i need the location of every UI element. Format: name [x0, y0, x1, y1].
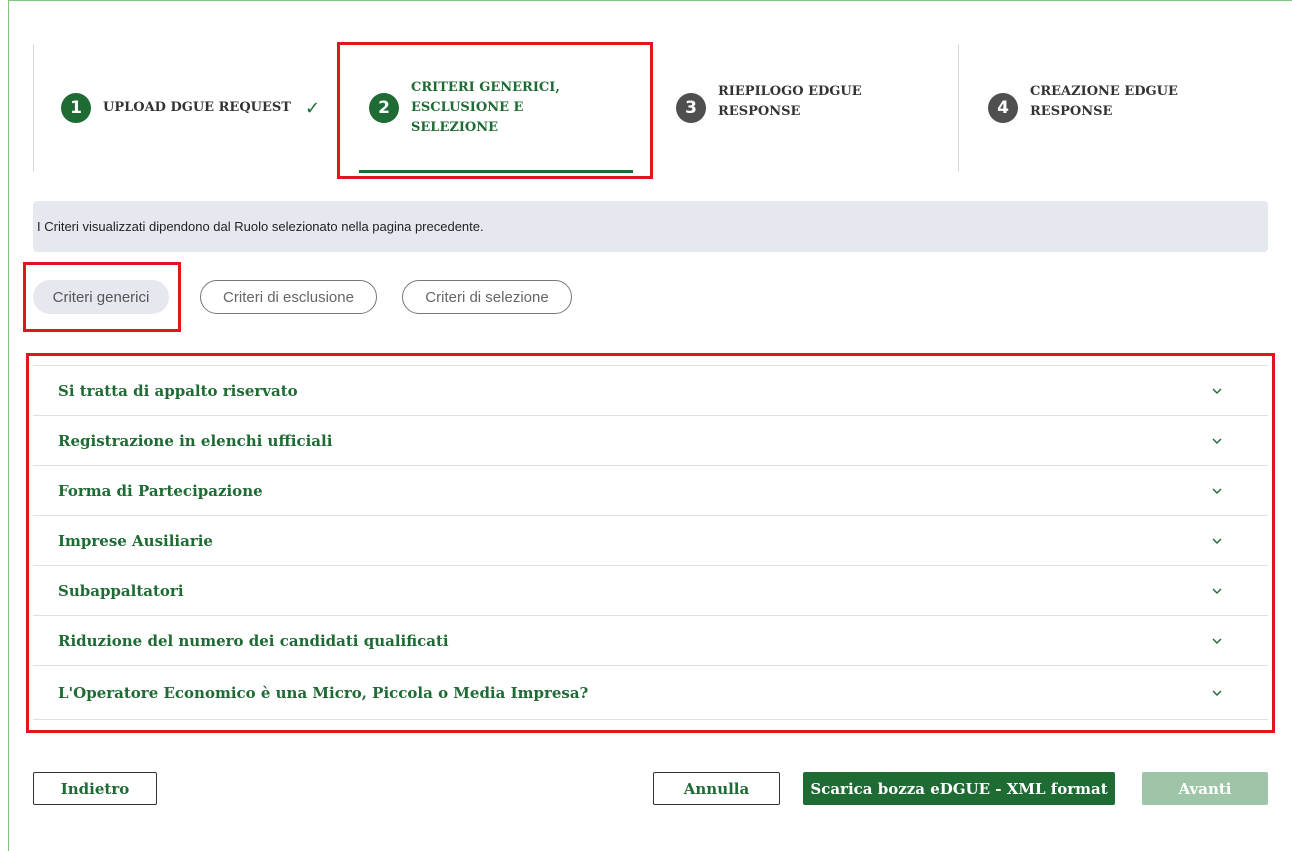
info-banner: I Criteri visualizzati dipendono dal Ruo… — [33, 201, 1268, 252]
accordion-item[interactable]: Forma di Partecipazione — [33, 466, 1268, 516]
step-4-number: 4 — [988, 93, 1018, 123]
download-draft-button[interactable]: Scarica bozza eDGUE - XML format — [803, 772, 1115, 805]
filter-criteri-generici[interactable]: Criteri generici — [33, 280, 169, 314]
filter-criteri-selezione[interactable]: Criteri di selezione — [402, 280, 572, 314]
step-2-label: CRITERI GENERICI, ESCLUSIONE E SELEZIONE — [411, 78, 560, 138]
chevron-down-icon — [1212, 386, 1222, 396]
wizard-stepper: 1 UPLOAD DGUE REQUEST ✓ 2 CRITERI GENERI… — [33, 44, 1268, 173]
accordion-item-title: Imprese Ausiliarie — [58, 531, 213, 550]
accordion-item[interactable]: Subappaltatori — [33, 566, 1268, 616]
chevron-down-icon — [1212, 586, 1222, 596]
step-4-label: CREAZIONE EDGUE RESPONSE — [1030, 82, 1178, 122]
accordion-item[interactable]: L'Operatore Economico è una Micro, Picco… — [33, 666, 1268, 720]
step-3-label-line: RIEPILOGO EDGUE — [718, 84, 862, 99]
step-2-label-line: CRITERI GENERICI, — [411, 80, 560, 95]
active-step-underline — [359, 170, 633, 173]
step-2-number: 2 — [369, 93, 399, 123]
step-1[interactable]: 1 UPLOAD DGUE REQUEST ✓ — [61, 44, 320, 172]
stepper-divider — [33, 44, 34, 172]
step-3[interactable]: 3 RIEPILOGO EDGUE RESPONSE — [676, 44, 862, 172]
step-3-label: RIEPILOGO EDGUE RESPONSE — [718, 82, 862, 122]
step-3-label-line: RESPONSE — [718, 104, 801, 119]
chevron-down-icon — [1212, 688, 1222, 698]
chevron-down-icon — [1212, 536, 1222, 546]
step-1-label: UPLOAD DGUE REQUEST — [103, 100, 291, 115]
chevron-down-icon — [1212, 636, 1222, 646]
accordion-item[interactable]: Imprese Ausiliarie — [33, 516, 1268, 566]
accordion-item-title: Riduzione del numero dei candidati quali… — [58, 631, 449, 650]
frame-border-top — [8, 0, 1292, 1]
stepper-divider — [958, 44, 959, 172]
accordion-item-title: Forma di Partecipazione — [58, 481, 263, 500]
chevron-down-icon — [1212, 486, 1222, 496]
cancel-button[interactable]: Annulla — [653, 772, 780, 805]
accordion-item[interactable]: Riduzione del numero dei candidati quali… — [33, 616, 1268, 666]
step-4-label-line: CREAZIONE EDGUE — [1030, 84, 1178, 99]
step-4[interactable]: 4 CREAZIONE EDGUE RESPONSE — [988, 44, 1178, 172]
accordion-item-title: Registrazione in elenchi ufficiali — [58, 431, 333, 450]
step-2-label-line: ESCLUSIONE E — [411, 100, 524, 115]
accordion-item-title: Subappaltatori — [58, 581, 184, 600]
step-1-number: 1 — [61, 93, 91, 123]
accordion-item[interactable]: Registrazione in elenchi ufficiali — [33, 416, 1268, 466]
accordion-item-title: L'Operatore Economico è una Micro, Picco… — [58, 683, 589, 702]
filter-criteri-esclusione[interactable]: Criteri di esclusione — [200, 280, 377, 314]
next-button[interactable]: Avanti — [1142, 772, 1268, 805]
chevron-down-icon — [1212, 436, 1222, 446]
back-button[interactable]: Indietro — [33, 772, 157, 805]
accordion-item[interactable]: Si tratta di appalto riservato — [33, 366, 1268, 416]
step-2[interactable]: 2 CRITERI GENERICI, ESCLUSIONE E SELEZIO… — [369, 44, 560, 172]
accordion-item-title: Si tratta di appalto riservato — [58, 381, 298, 400]
frame-border-left — [8, 0, 9, 851]
criteria-accordion: Si tratta di appalto riservato Registraz… — [33, 365, 1268, 720]
step-4-label-line: RESPONSE — [1030, 104, 1113, 119]
step-2-label-line: SELEZIONE — [411, 120, 499, 135]
checkmark-icon: ✓ — [304, 97, 321, 119]
step-3-number: 3 — [676, 93, 706, 123]
